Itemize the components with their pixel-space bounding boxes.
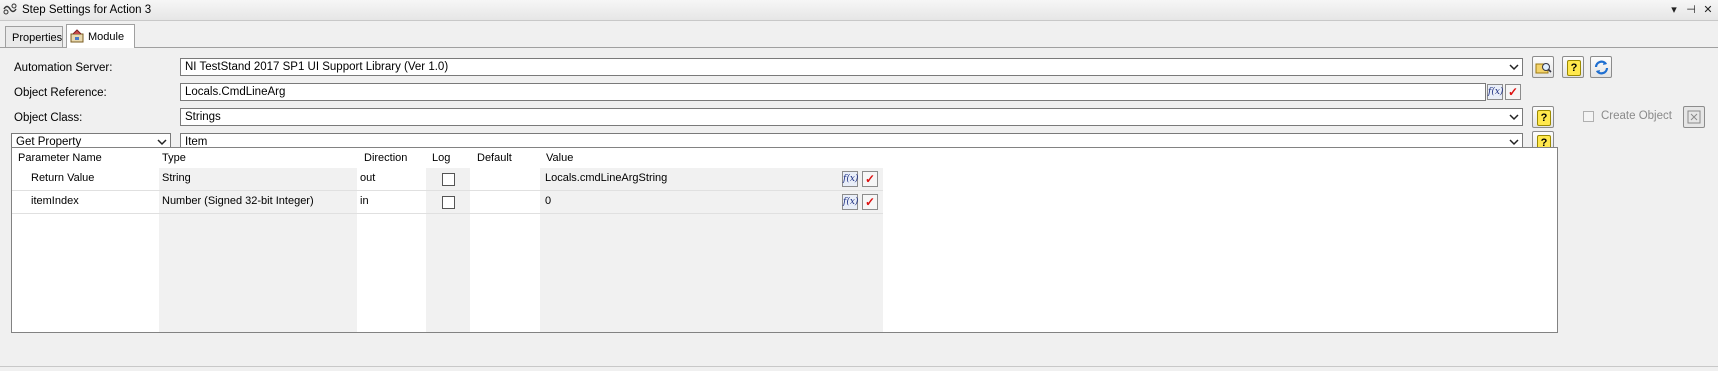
create-object-label: Create Object xyxy=(1601,110,1672,122)
browse-folder-icon xyxy=(1535,63,1552,74)
log-checkbox[interactable] xyxy=(442,196,455,209)
param-name-cell: itemIndex xyxy=(31,195,79,207)
param-direction-cell: out xyxy=(360,172,376,184)
value-expression-button[interactable]: f(x) xyxy=(842,194,858,210)
param-type-cell: String xyxy=(162,172,191,184)
param-type-cell: Number (Signed 32-bit Integer) xyxy=(162,195,314,207)
header-default[interactable]: Default xyxy=(477,152,512,164)
param-value-cell[interactable]: Locals.cmdLineArgString xyxy=(545,172,667,184)
tab-properties[interactable]: Properties xyxy=(5,26,63,47)
title-bar xyxy=(0,0,1718,21)
module-icon xyxy=(70,29,84,43)
dropdown-menu-icon[interactable]: ▾ xyxy=(1667,3,1681,17)
header-type[interactable]: Type xyxy=(162,152,186,164)
pin-icon[interactable]: ⊣ xyxy=(1684,3,1698,17)
object-class-select[interactable]: Strings xyxy=(180,108,1523,126)
chevron-down-icon xyxy=(1509,64,1519,71)
browse-server-button[interactable] xyxy=(1532,56,1554,78)
tab-module[interactable]: Module xyxy=(66,24,135,48)
value-expression-button[interactable]: f(x) xyxy=(842,171,858,187)
tab-module-label: Module xyxy=(88,31,125,43)
param-direction-cell: in xyxy=(360,195,369,207)
object-reference-label: Object Reference: xyxy=(14,87,107,99)
automation-server-label: Automation Server: xyxy=(14,62,113,74)
settings-grid-icon xyxy=(1687,110,1701,124)
expression-browse-button[interactable]: f(x) xyxy=(1487,84,1503,100)
close-icon[interactable]: ✕ xyxy=(1701,3,1715,17)
create-object-options-button[interactable] xyxy=(1683,106,1705,128)
header-direction[interactable]: Direction xyxy=(364,152,407,164)
help-icon: ? xyxy=(1567,60,1581,76)
step-settings-icon xyxy=(3,3,17,15)
object-class-help-button[interactable]: ? xyxy=(1532,106,1554,128)
object-class-value: Strings xyxy=(185,111,221,123)
row-divider xyxy=(12,213,883,214)
header-value[interactable]: Value xyxy=(546,152,573,164)
log-checkbox[interactable] xyxy=(442,173,455,186)
automation-server-select[interactable]: NI TestStand 2017 SP1 UI Support Library… xyxy=(180,58,1523,76)
panel-bottom-border xyxy=(0,366,1718,367)
header-log[interactable]: Log xyxy=(432,152,450,164)
parameters-grid: Parameter Name Type Direction Log Defaul… xyxy=(11,147,1558,333)
param-name-cell: Return Value xyxy=(31,172,95,184)
object-reference-input[interactable]: Locals.CmdLineArg xyxy=(180,83,1486,101)
tab-strip xyxy=(0,20,1718,48)
chevron-down-icon xyxy=(1509,114,1519,121)
object-reference-value: Locals.CmdLineArg xyxy=(185,86,286,98)
refresh-icon xyxy=(1594,60,1609,75)
value-check-button[interactable]: ✓ xyxy=(862,171,878,187)
object-class-label: Object Class: xyxy=(14,112,83,124)
table-row[interactable]: itemIndex Number (Signed 32-bit Integer)… xyxy=(12,191,883,213)
value-check-button[interactable]: ✓ xyxy=(862,194,878,210)
param-value-cell[interactable]: 0 xyxy=(545,195,551,207)
header-parameter-name[interactable]: Parameter Name xyxy=(18,152,102,164)
automation-server-help-button[interactable]: ? xyxy=(1562,56,1584,78)
help-icon: ? xyxy=(1537,110,1551,126)
check-expression-button[interactable]: ✓ xyxy=(1505,84,1521,100)
window-title: Step Settings for Action 3 xyxy=(22,4,152,16)
automation-server-value: NI TestStand 2017 SP1 UI Support Library… xyxy=(185,61,449,73)
refresh-button[interactable] xyxy=(1590,56,1612,78)
create-object-checkbox[interactable] xyxy=(1583,111,1594,122)
tab-properties-label: Properties xyxy=(12,32,63,44)
table-row[interactable]: Return Value String out Locals.cmdLineAr… xyxy=(12,168,883,190)
